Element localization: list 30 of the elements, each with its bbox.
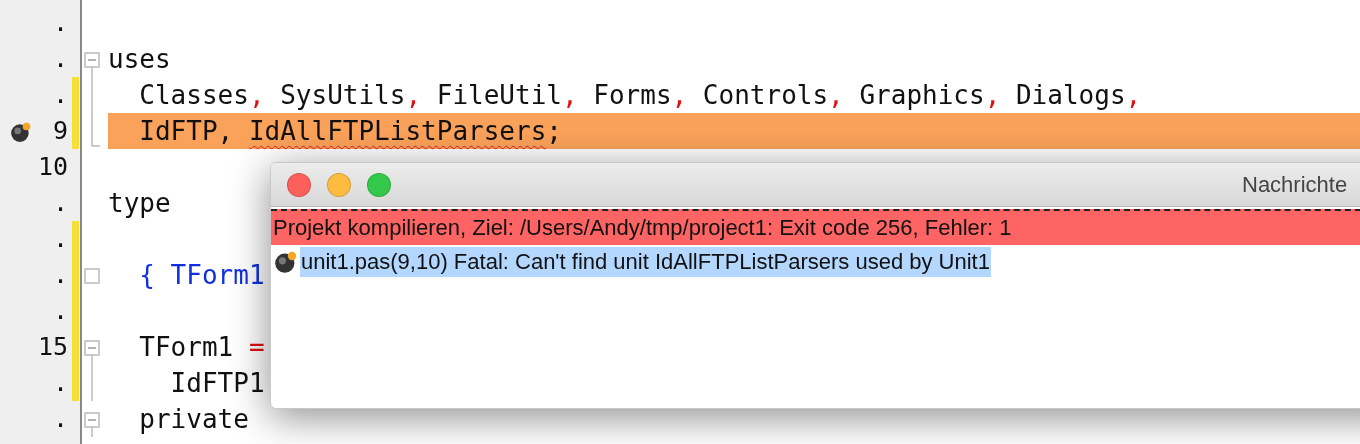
fold-guide-line: [91, 77, 93, 113]
line-number: .: [52, 79, 69, 111]
code-line: type: [108, 188, 171, 218]
zoom-button[interactable]: [367, 172, 391, 197]
line-number: .: [52, 187, 69, 219]
minimize-button[interactable]: [327, 172, 351, 197]
close-button[interactable]: [287, 172, 311, 197]
code-line: IdFTP1: [169, 368, 265, 398]
code-line: uses: [108, 44, 171, 74]
line-number: .: [52, 43, 69, 75]
line-number: 15: [37, 331, 69, 363]
line-number: .: [52, 223, 69, 255]
line-number: .: [52, 367, 69, 399]
error-header: Projekt kompilieren, Ziel: /Users/Andy/tmp/project1: Exit code 256, Fehler: 1: [271, 209, 1360, 245]
window-title: Nachrichte: [1242, 171, 1348, 198]
line-number: .: [52, 403, 69, 435]
line-number: .: [52, 295, 69, 327]
line-number: .: [52, 259, 69, 291]
line-number: .: [52, 7, 69, 39]
code-line: TForm1 =: [138, 332, 265, 362]
code-line: Classes, SysUtils, FileUtil, Forms, Controls, Graphics, Dialogs,: [138, 80, 1142, 110]
line-number: 9: [52, 115, 69, 147]
code-line: private: [138, 404, 249, 434]
message-item[interactable]: unit1.pas(9,10) Fatal: Can't find unit IdAllFTPListParsers used by Unit1: [300, 247, 991, 277]
bomb-icon: [274, 250, 298, 274]
code-line: { TForm1: [138, 260, 265, 290]
code-line: IdFTP, IdAllFTPListParsers;: [138, 116, 562, 146]
fold-guide-line: [91, 365, 93, 401]
fold-end-line: [91, 113, 100, 147]
line-number: 10: [37, 151, 69, 183]
